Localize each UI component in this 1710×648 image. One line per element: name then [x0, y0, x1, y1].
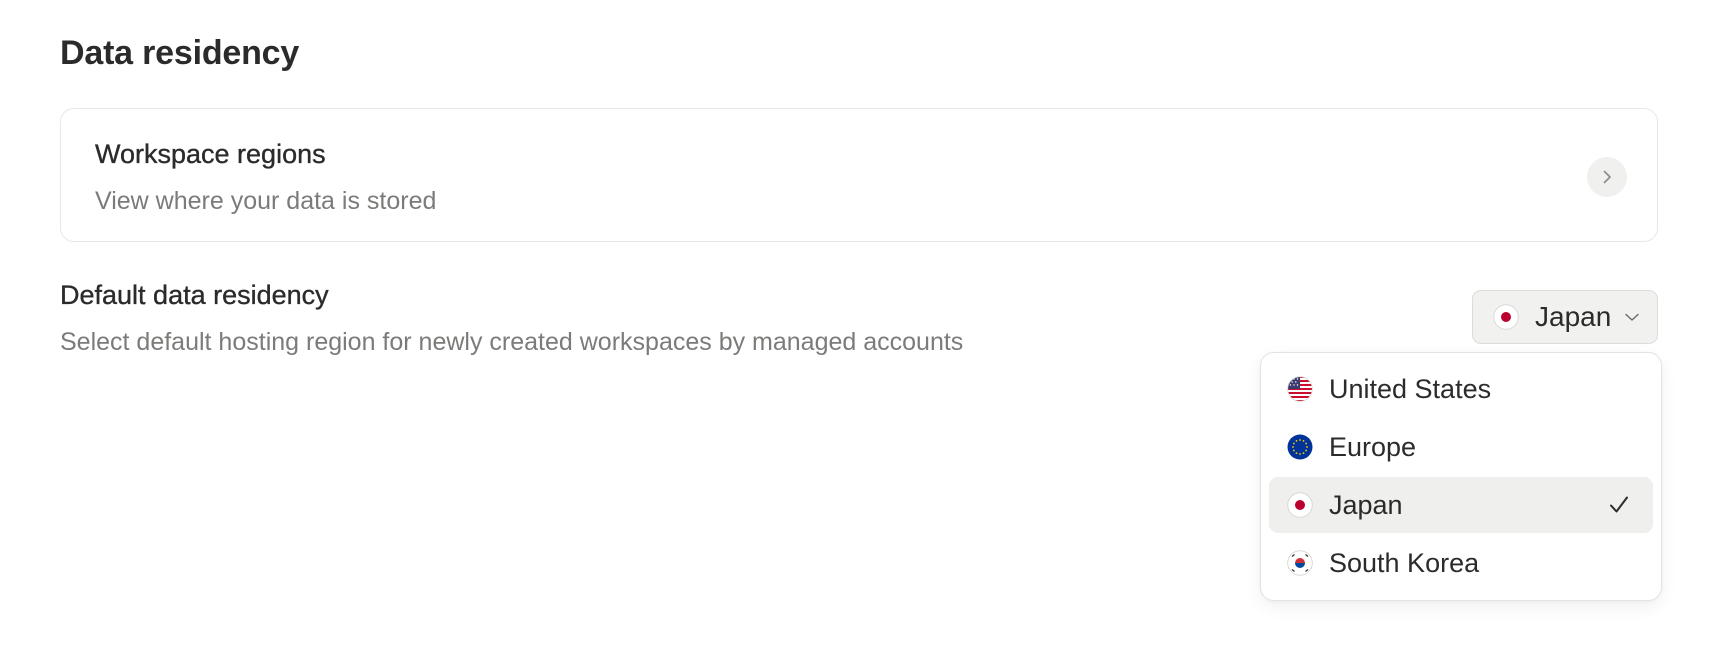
- region-select-button[interactable]: Japan: [1472, 290, 1658, 344]
- default-data-residency-title: Default data residency: [60, 280, 329, 310]
- chevron-right-icon[interactable]: [1587, 157, 1627, 197]
- japan-flag-icon: [1287, 492, 1313, 518]
- chevron-down-icon: [1623, 308, 1641, 326]
- region-option-japan[interactable]: Japan: [1269, 477, 1653, 533]
- default-data-residency-subtitle: Select default hosting region for newly …: [60, 328, 964, 356]
- us-flag-icon: [1287, 376, 1313, 402]
- japan-flag-icon: [1493, 304, 1519, 330]
- eu-flag-icon: [1287, 434, 1313, 460]
- south-korea-flag-icon: [1287, 550, 1313, 576]
- region-option-label: South Korea: [1329, 547, 1480, 578]
- page-title: Data residency: [60, 34, 300, 72]
- region-option-europe[interactable]: Europe: [1269, 419, 1653, 475]
- checkmark-icon: [1607, 493, 1631, 517]
- selected-region-label: Japan: [1535, 301, 1612, 332]
- workspace-regions-title: Workspace regions: [95, 139, 326, 169]
- region-dropdown-menu: United States Europe Japan South Korea: [1260, 352, 1662, 601]
- region-option-south-korea[interactable]: South Korea: [1269, 535, 1653, 591]
- region-option-label: Europe: [1329, 431, 1417, 462]
- workspace-regions-subtitle: View where your data is stored: [95, 187, 437, 215]
- region-option-label: United States: [1329, 373, 1492, 404]
- region-option-united-states[interactable]: United States: [1269, 361, 1653, 417]
- region-option-label: Japan: [1329, 489, 1403, 520]
- workspace-regions-card[interactable]: Workspace regions View where your data i…: [60, 108, 1658, 242]
